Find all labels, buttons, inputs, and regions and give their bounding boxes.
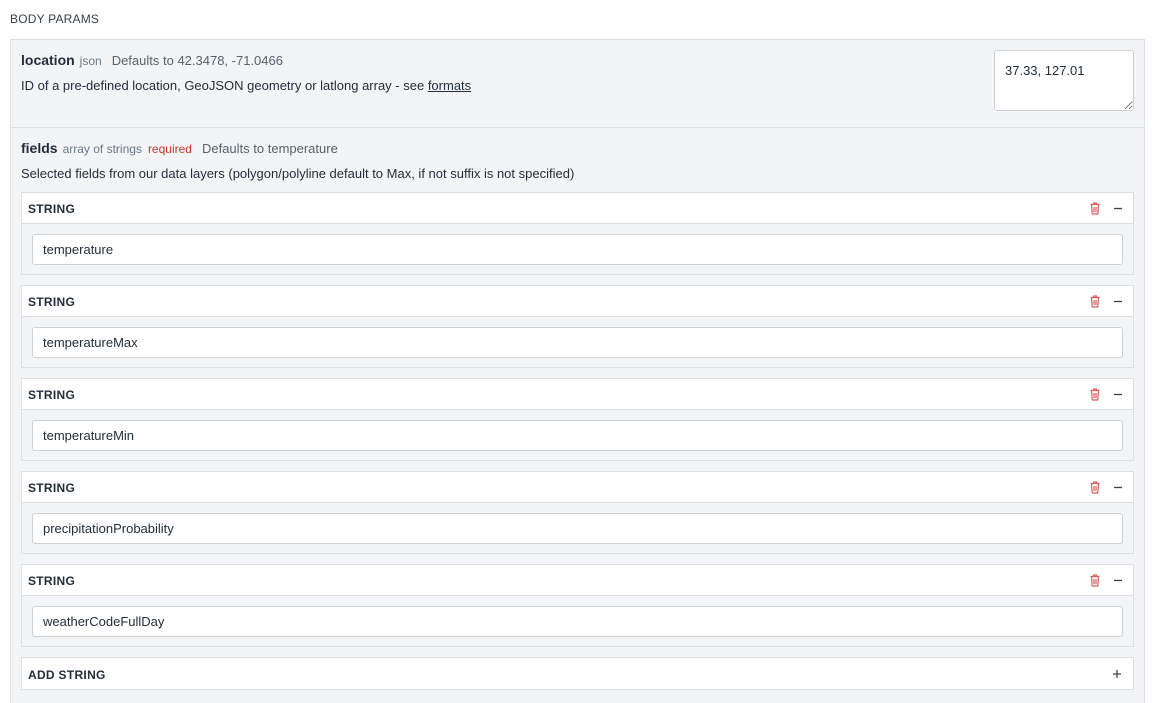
location-header: location json Defaults to 42.3478, -71.0…	[21, 52, 283, 68]
string-item-input[interactable]	[32, 420, 1123, 451]
trash-icon[interactable]	[1088, 480, 1102, 495]
minus-icon[interactable]	[1111, 294, 1125, 309]
trash-icon[interactable]	[1088, 573, 1102, 588]
param-type: array of strings	[62, 142, 142, 156]
string-item-header: STRING	[22, 286, 1133, 317]
fields-header: fields array of strings required Default…	[21, 140, 338, 156]
string-item-input[interactable]	[32, 606, 1123, 637]
string-item-header: STRING	[22, 379, 1133, 410]
body-params-panel: location json Defaults to 42.3478, -71.0…	[10, 39, 1145, 703]
string-item-label: STRING	[28, 388, 76, 402]
trash-icon[interactable]	[1088, 201, 1102, 216]
trash-icon[interactable]	[1088, 294, 1102, 309]
add-string-label: ADD STRING	[28, 668, 106, 682]
string-item-header: STRING	[22, 472, 1133, 503]
param-default: Defaults to temperature	[201, 141, 338, 156]
string-item-input[interactable]	[32, 513, 1123, 544]
string-item-header: STRING	[22, 565, 1133, 596]
param-description: ID of a pre-defined location, GeoJSON ge…	[21, 78, 471, 93]
add-string-button[interactable]: ADD STRING	[21, 657, 1134, 690]
string-item-label: STRING	[28, 295, 76, 309]
param-description: Selected fields from our data layers (po…	[21, 166, 575, 181]
description-text: ID of a pre-defined location, GeoJSON ge…	[21, 78, 428, 93]
required-badge: required	[147, 142, 192, 156]
minus-icon[interactable]	[1111, 573, 1125, 588]
location-param: location json Defaults to 42.3478, -71.0…	[11, 40, 1144, 128]
minus-icon[interactable]	[1111, 201, 1125, 216]
string-item-label: STRING	[28, 202, 76, 216]
param-name: fields	[21, 140, 58, 156]
location-input[interactable]: 37.33, 127.01	[994, 50, 1134, 111]
section-title: BODY PARAMS	[10, 12, 100, 26]
string-item: STRING	[21, 192, 1134, 275]
string-item: STRING	[21, 285, 1134, 368]
string-item: STRING	[21, 471, 1134, 554]
plus-icon	[1113, 670, 1121, 678]
string-item-header: STRING	[22, 193, 1133, 224]
minus-icon[interactable]	[1111, 387, 1125, 402]
minus-icon[interactable]	[1111, 480, 1125, 495]
param-default: Defaults to 42.3478, -71.0466	[111, 53, 283, 68]
param-name: location	[21, 52, 75, 68]
formats-link[interactable]: formats	[428, 78, 471, 93]
trash-icon[interactable]	[1088, 387, 1102, 402]
string-item-label: STRING	[28, 574, 76, 588]
string-item-input[interactable]	[32, 327, 1123, 358]
string-item: STRING	[21, 564, 1134, 647]
string-item-label: STRING	[28, 481, 76, 495]
string-item: STRING	[21, 378, 1134, 461]
param-type: json	[79, 54, 102, 68]
string-item-input[interactable]	[32, 234, 1123, 265]
